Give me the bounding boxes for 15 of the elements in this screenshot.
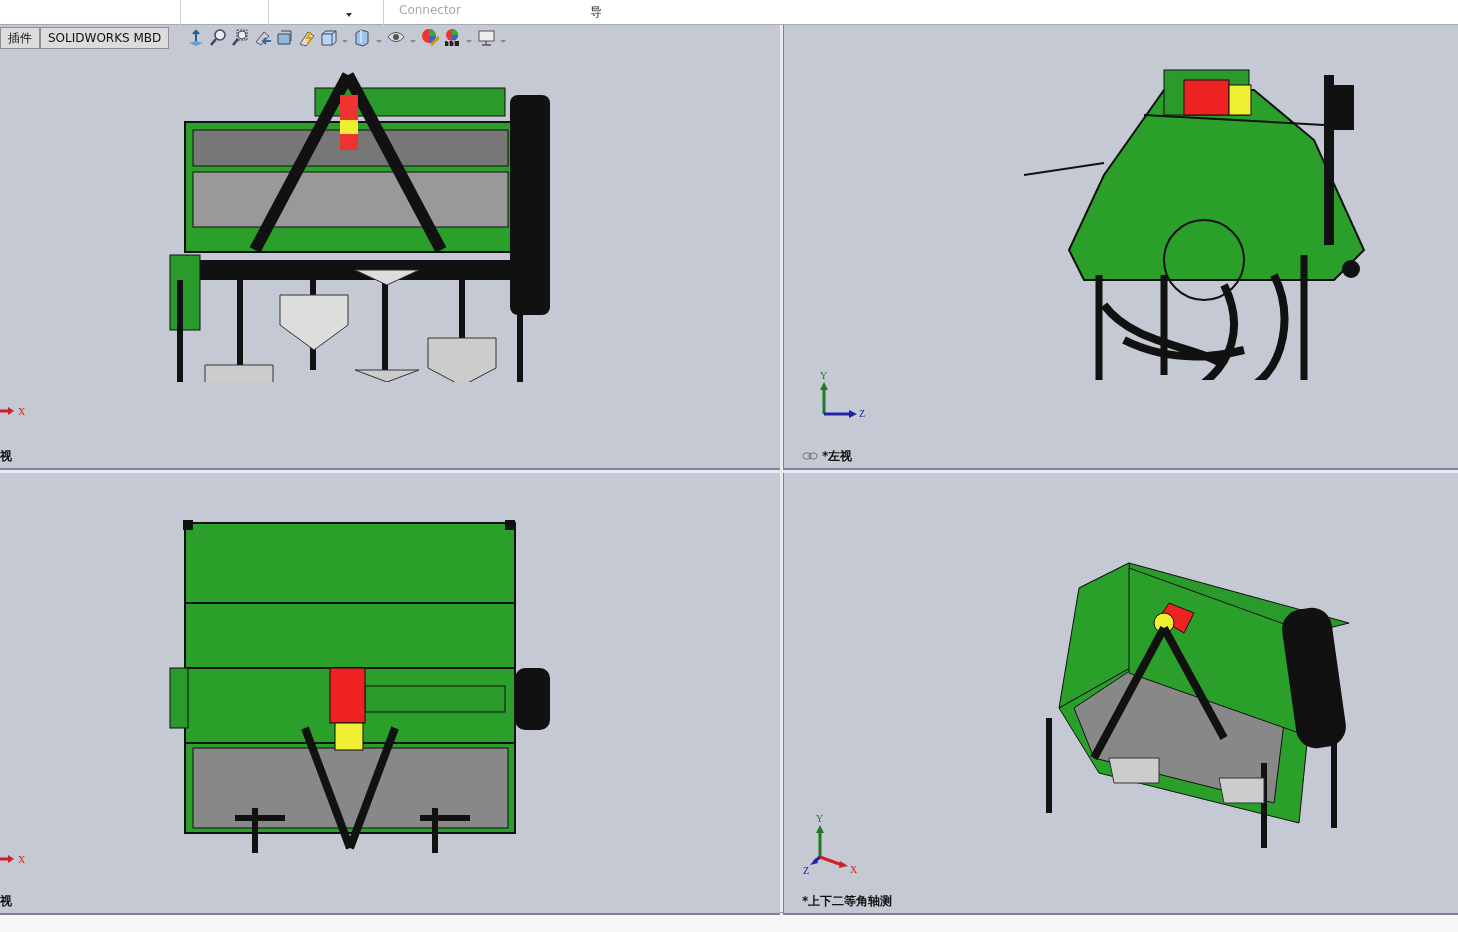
cube-icon[interactable] bbox=[319, 28, 338, 47]
view-name-label: 视 bbox=[0, 448, 12, 465]
tab[interactable]: SOLIDWORKS MBD bbox=[40, 26, 170, 49]
display-style-icon[interactable] bbox=[353, 28, 372, 47]
view-name-label: *左视 bbox=[822, 448, 853, 465]
view-name-label: *上下二等角轴测 bbox=[802, 893, 893, 910]
monitor-icon[interactable] bbox=[477, 28, 496, 47]
zoom-icon[interactable] bbox=[209, 28, 228, 47]
section-view-icon[interactable] bbox=[275, 28, 294, 47]
view-name-label: 视 bbox=[0, 893, 12, 910]
ribbon-command[interactable]: 导 bbox=[590, 6, 602, 18]
scene-icon[interactable] bbox=[443, 28, 462, 47]
link-icon bbox=[802, 452, 818, 460]
tab[interactable]: 插件 bbox=[0, 26, 40, 49]
zoom-area-icon[interactable] bbox=[231, 28, 250, 47]
